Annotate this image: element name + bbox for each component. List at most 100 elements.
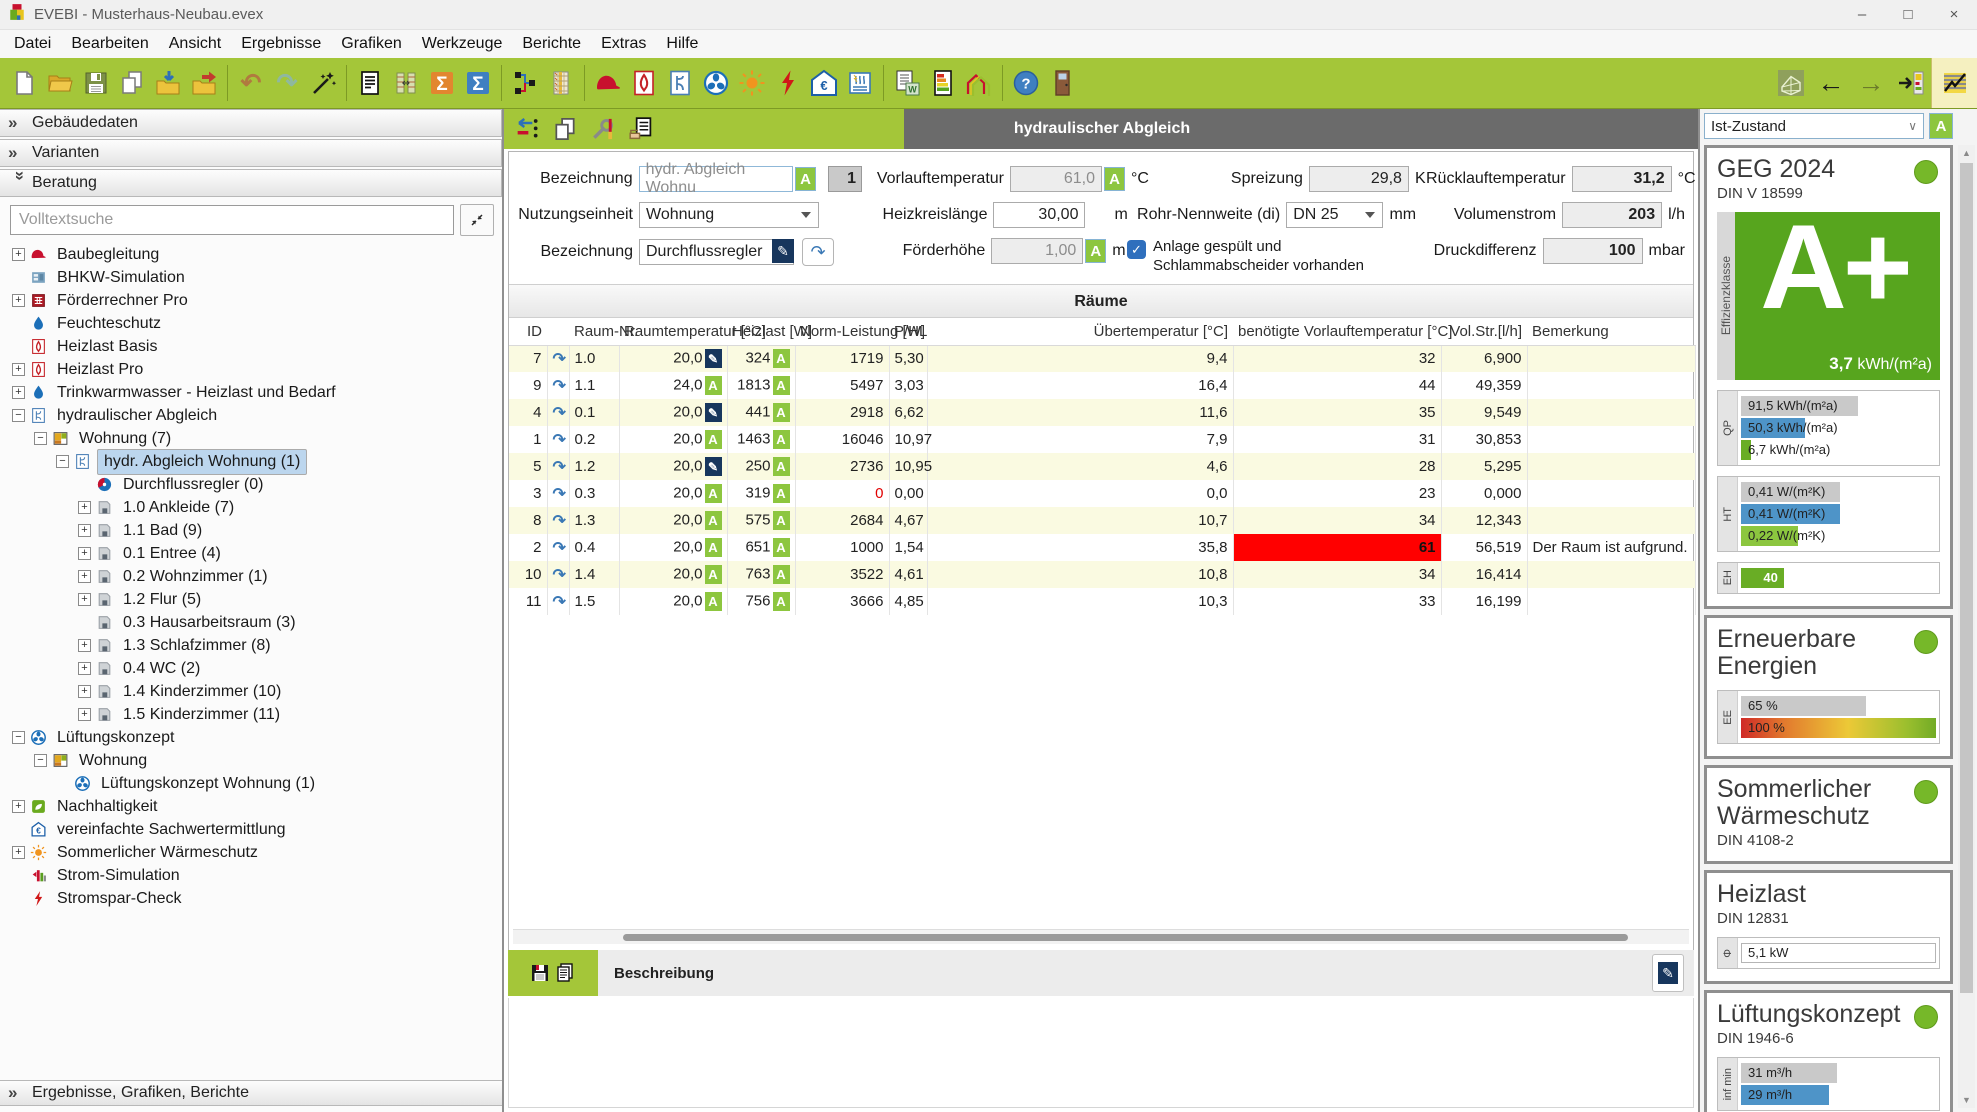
table-cell[interactable]: 8 [509, 507, 547, 534]
column-header[interactable] [547, 318, 569, 345]
tree-item-label[interactable]: 0.1 Entree (4) [119, 544, 225, 564]
goto-room-icon[interactable]: ↷ [553, 351, 566, 368]
column-header[interactable]: Heizlast [W] [727, 318, 795, 345]
table-cell[interactable]: 4,61 [889, 561, 927, 588]
tree-item[interactable]: +Förderrechner Pro [0, 289, 502, 312]
table-cell[interactable]: 0.2 [569, 426, 619, 453]
table-cell[interactable]: 34 [1233, 561, 1441, 588]
column-header[interactable]: Raum-Nr. [569, 318, 619, 345]
save-icon[interactable] [78, 63, 114, 103]
undo-icon[interactable]: ↶ [233, 63, 269, 103]
tree-item[interactable]: Durchflussregler (0) [0, 473, 502, 496]
table-cell[interactable]: 16,414 [1441, 561, 1527, 588]
redo-icon[interactable]: ↷ [269, 63, 305, 103]
tree-item[interactable]: +Sommerlicher Wärmeschutz [0, 841, 502, 864]
table-cell[interactable]: 32 [1233, 345, 1441, 372]
tree-item[interactable]: €vereinfachte Sachwertermittlung [0, 818, 502, 841]
table-cell[interactable]: 324A [727, 345, 795, 372]
table-cell[interactable]: 1000 [795, 534, 889, 561]
table-cell[interactable]: 3666 [795, 588, 889, 615]
table-cell[interactable]: 1463A [727, 426, 795, 453]
table-cell[interactable]: 23 [1233, 480, 1441, 507]
table-cell[interactable]: 250A [727, 453, 795, 480]
table-cell[interactable]: 4,85 [889, 588, 927, 615]
table-cell[interactable]: 319A [727, 480, 795, 507]
export-folder-icon[interactable] [186, 63, 222, 103]
tree-item[interactable]: Lüftungskonzept Wohnung (1) [0, 772, 502, 795]
tree-item-label[interactable]: Wohnung [75, 751, 151, 771]
collapse-icon[interactable]: − [34, 754, 47, 767]
table-cell[interactable]: 20,0A [619, 426, 727, 453]
nav-back-icon[interactable]: ← [1811, 62, 1851, 104]
table-cell[interactable] [1527, 372, 1695, 399]
expand-icon[interactable]: + [78, 639, 91, 652]
copy-icon[interactable] [114, 63, 150, 103]
table-cell[interactable] [1527, 453, 1695, 480]
collapse-icon[interactable]: − [34, 432, 47, 445]
tree-item[interactable]: +1.3 Schlafzimmer (8) [0, 634, 502, 657]
table-cell[interactable]: 20,0✎ [619, 453, 727, 480]
durchflussregler-field[interactable]: Durchflussregler ✎ [639, 239, 794, 265]
goto-room-icon[interactable]: ↷ [553, 432, 566, 449]
goto-room-icon[interactable]: ↷ [553, 513, 566, 530]
expand-icon[interactable]: + [12, 800, 25, 813]
tree-item-label[interactable]: 0.2 Wohnzimmer (1) [119, 567, 272, 587]
goto-room-icon[interactable]: ↷ [553, 378, 566, 395]
results-panel-bar[interactable]: » Ergebnisse, Grafiken, Berichte [0, 1080, 502, 1106]
tree-item[interactable]: +0.4 WC (2) [0, 657, 502, 680]
table-cell[interactable]: ↷ [547, 399, 569, 426]
tree-item-label[interactable]: 1.3 Schlafzimmer (8) [119, 636, 275, 656]
tree-item-label[interactable]: 0.3 Hausarbeitsraum (3) [119, 613, 300, 633]
menu-hilfe[interactable]: Hilfe [656, 31, 708, 57]
open-folder-icon[interactable] [42, 63, 78, 103]
table-cell[interactable]: 24,0A [619, 372, 727, 399]
table-cell[interactable]: 1.0 [569, 345, 619, 372]
column-header[interactable]: Bemerkung [1527, 318, 1695, 345]
menu-grafiken[interactable]: Grafiken [331, 31, 411, 57]
table-cell[interactable]: 5497 [795, 372, 889, 399]
section-bar-varianten[interactable]: »Varianten [0, 139, 502, 167]
scroll-down-icon[interactable]: ▼ [1958, 1092, 1975, 1108]
nav-forward-icon[interactable]: → [1851, 62, 1891, 104]
bezeichnung-field[interactable]: hydr. Abgleich Wohnu [639, 166, 794, 192]
table-cell[interactable]: 20,0A [619, 588, 727, 615]
electricity-bolt-icon[interactable] [770, 63, 806, 103]
table-cell[interactable]: 10,7 [927, 507, 1233, 534]
tree-item-label[interactable]: Lüftungskonzept [53, 728, 178, 748]
result-card-l-ftungskonzept[interactable]: LüftungskonzeptDIN 1946-6inf min31 m³/h2… [1704, 990, 1953, 1112]
tree-item-label[interactable]: 0.4 WC (2) [119, 659, 204, 679]
table-cell[interactable]: 16,4 [927, 372, 1233, 399]
column-header[interactable]: benötigte Vorlauftemperatur [°C] [1233, 318, 1441, 345]
collapse-icon[interactable]: − [12, 409, 25, 422]
tree-item-label[interactable]: Förderrechner Pro [53, 291, 192, 311]
tree-item[interactable]: +1.2 Flur (5) [0, 588, 502, 611]
table-cell[interactable]: 1.1 [569, 372, 619, 399]
table-cell[interactable]: 49,359 [1441, 372, 1527, 399]
search-input[interactable] [10, 205, 454, 235]
table-cell[interactable] [1527, 561, 1695, 588]
result-card-heizlast[interactable]: HeizlastDIN 12831Φ5,1 kW [1704, 870, 1953, 984]
table-cell[interactable]: Der Raum ist aufgrund. [1527, 534, 1695, 561]
tree-item-label[interactable]: Heizlast Basis [53, 337, 161, 357]
table-cell[interactable]: 0,000 [1441, 480, 1527, 507]
table-cell[interactable]: 7 [509, 345, 547, 372]
scroll-up-icon[interactable]: ▲ [1958, 145, 1975, 161]
tree-item-label[interactable]: Stromspar-Check [53, 889, 185, 909]
section-bar-gebäudedaten[interactable]: »Gebäudedaten [0, 109, 502, 137]
table-cell[interactable]: 5,30 [889, 345, 927, 372]
tree-item[interactable]: Stromspar-Check [0, 887, 502, 910]
tree-item[interactable]: Feuchteschutz [0, 312, 502, 335]
table-cell[interactable]: 1.5 [569, 588, 619, 615]
column-header[interactable]: ID [509, 318, 547, 345]
tree-item[interactable]: 0.3 Hausarbeitsraum (3) [0, 611, 502, 634]
collapse-icon[interactable]: − [12, 731, 25, 744]
table-cell[interactable]: 61 [1233, 534, 1441, 561]
building-view-icon[interactable] [1771, 62, 1811, 104]
table-cell[interactable] [1527, 588, 1695, 615]
expand-icon[interactable]: + [12, 363, 25, 376]
tree-item-label[interactable]: Durchflussregler (0) [119, 475, 267, 495]
table-cell[interactable]: 20,0✎ [619, 399, 727, 426]
variant-select[interactable]: Ist-Zustand ∨ [1704, 113, 1924, 139]
table-cell[interactable]: ↷ [547, 561, 569, 588]
expand-icon[interactable]: + [78, 547, 91, 560]
